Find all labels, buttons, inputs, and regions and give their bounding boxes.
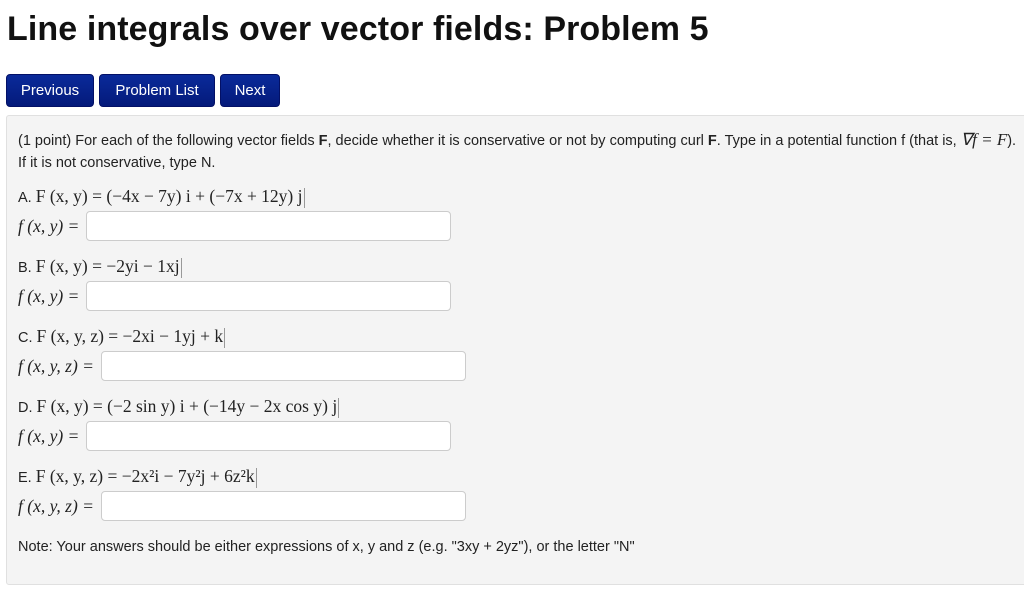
vector-field-expression: F (x, y, z) = −2x²i − 7y²j + 6z²k — [35, 466, 255, 486]
next-button[interactable]: Next — [220, 74, 280, 107]
vector-field-expression: F (x, y, z) = −2xi − 1yj + k — [36, 326, 224, 346]
page-title: Line integrals over vector fields: Probl… — [7, 10, 709, 48]
vector-field-symbol: F — [707, 133, 717, 149]
vector-field-symbol: F — [318, 133, 328, 149]
vector-field-expression: F (x, y) = (−4x − 7y) i + (−7x + 12y) j — [35, 186, 303, 206]
vector-field-expression: F (x, y) = (−2 sin y) i + (−14y − 2x cos… — [36, 396, 338, 416]
gradient-expression: ∇f = F — [960, 130, 1008, 149]
part-letter: B. — [18, 260, 32, 276]
part-e: E. F (x, y, z) = −2x²i − 7y²j + 6z²k f (… — [18, 464, 466, 523]
problem-list-button[interactable]: Problem List — [99, 74, 215, 107]
answer-input-e[interactable] — [100, 491, 466, 521]
part-letter: A. — [18, 190, 32, 206]
answer-input-d[interactable] — [86, 421, 452, 451]
answer-input-a[interactable] — [86, 211, 452, 241]
answer-label: f (x, y) = — [18, 215, 80, 236]
answer-input-b[interactable] — [86, 281, 452, 311]
problem-panel: (1 point) For each of the following vect… — [6, 115, 1024, 585]
part-letter: C. — [18, 330, 33, 346]
part-c: C. F (x, y, z) = −2xi − 1yj + k f (x, y,… — [18, 324, 466, 383]
part-b: B. F (x, y) = −2yi − 1xj f (x, y) = — [18, 254, 452, 313]
part-letter: D. — [18, 400, 33, 416]
problem-intro: (1 point) For each of the following vect… — [18, 129, 1018, 174]
part-letter: E. — [18, 470, 32, 486]
answer-input-c[interactable] — [100, 351, 466, 381]
problem-navigation: Previous Problem List Next — [6, 74, 280, 107]
answer-label: f (x, y, z) = — [18, 355, 94, 376]
intro-text-3: . Type in a potential function f (that i… — [716, 133, 957, 149]
points-label: (1 point) — [18, 133, 72, 149]
intro-text-2: , decide whether it is conservative or n… — [327, 133, 704, 149]
answer-label: f (x, y, z) = — [18, 495, 94, 516]
vector-field-expression: F (x, y) = −2yi − 1xj — [35, 256, 180, 276]
answer-note: Note: Your answers should be either expr… — [18, 539, 635, 555]
part-a: A. F (x, y) = (−4x − 7y) i + (−7x + 12y)… — [18, 184, 452, 243]
intro-text-1: For each of the following vector fields — [75, 133, 315, 149]
answer-label: f (x, y) = — [18, 425, 80, 446]
part-d: D. F (x, y) = (−2 sin y) i + (−14y − 2x … — [18, 394, 452, 453]
previous-button[interactable]: Previous — [6, 74, 94, 107]
answer-label: f (x, y) = — [18, 285, 80, 306]
